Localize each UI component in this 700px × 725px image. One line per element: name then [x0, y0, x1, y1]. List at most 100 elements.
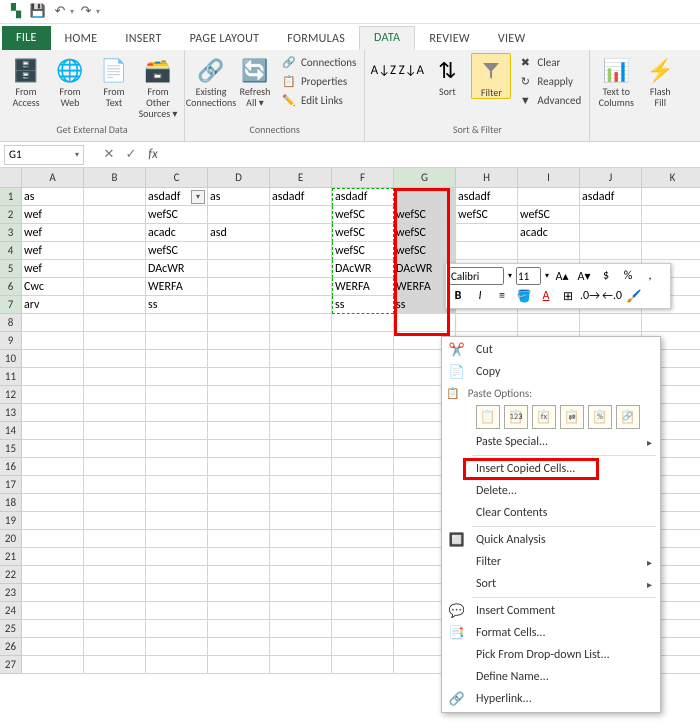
cell-E9[interactable] [270, 332, 332, 350]
cell-I4[interactable] [518, 242, 580, 260]
existing-connections-button[interactable]: 🔗 Existing Connections [191, 53, 231, 109]
cell-C14[interactable] [146, 422, 208, 440]
fill-color-icon[interactable]: 🪣 [515, 287, 533, 305]
cell-B27[interactable] [84, 656, 146, 674]
ctx-format-cells[interactable]: 📑Format Cells... [442, 622, 660, 644]
cell-E7[interactable] [270, 296, 332, 314]
formula-input[interactable] [164, 145, 700, 165]
ctx-paste-special[interactable]: Paste Special...▸ [442, 431, 660, 453]
cell-I2[interactable]: wefSC [518, 206, 580, 224]
cell-B5[interactable] [84, 260, 146, 278]
col-header-E[interactable]: E [270, 168, 332, 188]
cell-B24[interactable] [84, 602, 146, 620]
cell-C8[interactable] [146, 314, 208, 332]
cell-C2[interactable]: wefSC [146, 206, 208, 224]
cell-D20[interactable] [208, 530, 270, 548]
cell-D2[interactable] [208, 206, 270, 224]
cell-F27[interactable] [332, 656, 394, 674]
cell-A18[interactable] [22, 494, 84, 512]
from-other-sources-button[interactable]: 🗃️ From Other Sources ▾ [138, 53, 178, 119]
row-header-23[interactable]: 23 [0, 584, 22, 602]
cell-E16[interactable] [270, 458, 332, 476]
cell-D3[interactable]: asd [208, 224, 270, 242]
cell-F24[interactable] [332, 602, 394, 620]
cell-C23[interactable] [146, 584, 208, 602]
row-header-16[interactable]: 16 [0, 458, 22, 476]
cell-D13[interactable] [208, 404, 270, 422]
row-header-18[interactable]: 18 [0, 494, 22, 512]
cell-E23[interactable] [270, 584, 332, 602]
col-header-I[interactable]: I [518, 168, 580, 188]
cell-E17[interactable] [270, 476, 332, 494]
paste-option-formatting[interactable]: % [588, 405, 612, 429]
cell-D4[interactable] [208, 242, 270, 260]
cell-F25[interactable] [332, 620, 394, 638]
cell-B18[interactable] [84, 494, 146, 512]
connections-link[interactable]: 🔗Connections [279, 53, 358, 71]
font-family-select[interactable] [449, 267, 504, 285]
cell-A26[interactable] [22, 638, 84, 656]
row-header-1[interactable]: 1 [0, 188, 22, 206]
decrease-font-icon[interactable]: A▾ [575, 267, 593, 285]
cell-A20[interactable] [22, 530, 84, 548]
cell-E19[interactable] [270, 512, 332, 530]
cell-F8[interactable] [332, 314, 394, 332]
align-center-icon[interactable]: ≡ [493, 287, 511, 305]
refresh-all-button[interactable]: 🔄 Refresh All ▾ [235, 53, 275, 109]
cell-B10[interactable] [84, 350, 146, 368]
cell-F19[interactable] [332, 512, 394, 530]
cell-F16[interactable] [332, 458, 394, 476]
accept-icon[interactable]: ✓ [120, 147, 142, 162]
cell-A8[interactable] [22, 314, 84, 332]
cell-C12[interactable] [146, 386, 208, 404]
cell-K2[interactable] [642, 206, 700, 224]
cell-E20[interactable] [270, 530, 332, 548]
cell-K4[interactable] [642, 242, 700, 260]
row-header-2[interactable]: 2 [0, 206, 22, 224]
percent-icon[interactable]: % [619, 267, 637, 285]
ctx-copy[interactable]: 📄Copy [442, 361, 660, 383]
ctx-hyperlink[interactable]: 🔗Hyperlink... [442, 688, 660, 710]
tab-file[interactable]: FILE [2, 26, 51, 50]
row-header-10[interactable]: 10 [0, 350, 22, 368]
cancel-icon[interactable]: ✕ [98, 147, 120, 162]
col-header-B[interactable]: B [84, 168, 146, 188]
cell-E21[interactable] [270, 548, 332, 566]
cell-F23[interactable] [332, 584, 394, 602]
col-header-C[interactable]: C [146, 168, 208, 188]
font-size-select[interactable] [516, 267, 541, 285]
ctx-insert-copied-cells[interactable]: Insert Copied Cells... [442, 458, 660, 480]
ctx-insert-comment[interactable]: 💬Insert Comment [442, 600, 660, 622]
cell-F17[interactable] [332, 476, 394, 494]
tab-data[interactable]: DATA [359, 26, 415, 50]
cell-D7[interactable] [208, 296, 270, 314]
cell-B16[interactable] [84, 458, 146, 476]
cell-A14[interactable] [22, 422, 84, 440]
cell-D1[interactable]: as [208, 188, 270, 206]
cell-D12[interactable] [208, 386, 270, 404]
cell-C15[interactable] [146, 440, 208, 458]
cell-J1[interactable]: asdadf [580, 188, 642, 206]
cell-F21[interactable] [332, 548, 394, 566]
cell-C4[interactable]: wefSC [146, 242, 208, 260]
cell-F26[interactable] [332, 638, 394, 656]
row-header-3[interactable]: 3 [0, 224, 22, 242]
filter-dropdown-icon[interactable]: ▾ [191, 190, 205, 204]
cell-F10[interactable] [332, 350, 394, 368]
decrease-decimal-icon[interactable]: ←.0 [603, 287, 621, 305]
row-header-7[interactable]: 7 [0, 296, 22, 314]
currency-icon[interactable]: $ [597, 267, 615, 285]
cell-E2[interactable] [270, 206, 332, 224]
cell-J4[interactable] [580, 242, 642, 260]
cell-F12[interactable] [332, 386, 394, 404]
cell-F5[interactable]: DAcWR [332, 260, 394, 278]
row-header-21[interactable]: 21 [0, 548, 22, 566]
sort-desc-button[interactable]: Z↓A [399, 53, 423, 109]
cell-E15[interactable] [270, 440, 332, 458]
cell-A16[interactable] [22, 458, 84, 476]
col-header-G[interactable]: G [394, 168, 456, 188]
cell-F18[interactable] [332, 494, 394, 512]
cell-E26[interactable] [270, 638, 332, 656]
col-header-F[interactable]: F [332, 168, 394, 188]
cell-D5[interactable] [208, 260, 270, 278]
